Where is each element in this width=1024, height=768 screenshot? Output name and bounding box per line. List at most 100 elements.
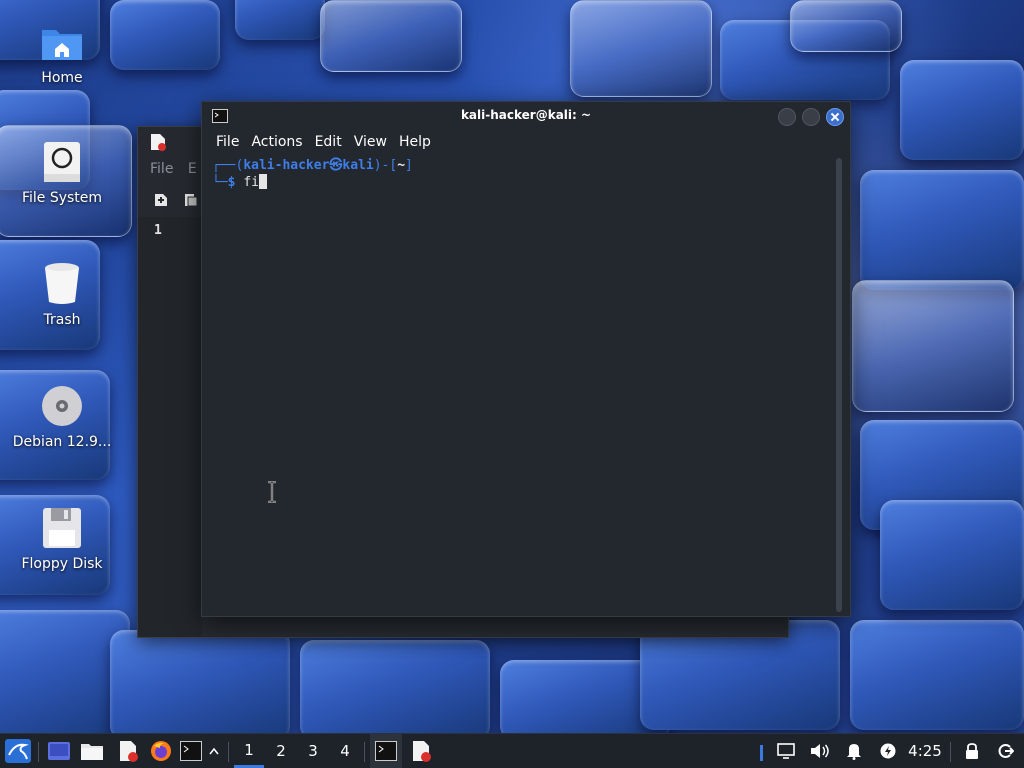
desktop-icon [48,742,70,760]
bg-cube [852,280,1014,412]
disc-icon [40,384,84,428]
desktop-icon-label: Debian 12.9... [12,434,112,450]
bg-cube [790,0,902,52]
logout-button[interactable] [992,734,1020,768]
folder-icon [81,744,103,760]
bell-icon [847,744,861,760]
terminal-icon [375,741,397,761]
maximize-button[interactable] [802,108,820,126]
prompt-bracket-mid: )-[ [373,158,398,173]
terminal-launcher[interactable] [177,734,205,768]
desktop-icon-home[interactable]: Home [7,20,117,86]
workspace-3[interactable]: 3 [298,734,328,768]
text-editor-icon [120,741,138,762]
bg-cube [300,640,490,740]
desktop-icon-file-system[interactable]: File System [7,140,117,206]
monitor-icon [777,743,795,759]
new-file-icon[interactable] [154,193,168,207]
taskbar-window-text-editor[interactable] [406,734,436,768]
workspace-2[interactable]: 2 [266,734,296,768]
scrollbar-thumb[interactable] [836,158,842,612]
bg-cube [880,500,1024,610]
desktop-icon-label: Floppy Disk [21,556,103,572]
workspace-4[interactable]: 4 [330,734,360,768]
desktop-icon-label: Home [41,70,83,86]
workspace-1[interactable]: 1 [234,734,264,768]
terminal-menu-edit[interactable]: Edit [309,130,348,156]
terminal-titlebar[interactable]: kali-hacker@kali: ~ [202,102,850,130]
taskbar-separator [38,742,39,762]
terminal-menu-actions[interactable]: Actions [245,130,308,156]
launcher-expand-button[interactable] [206,734,222,768]
terminal-title: kali-hacker@kali: ~ [460,108,592,122]
bg-cube [850,620,1024,730]
close-button[interactable] [826,108,844,126]
taskbar-separator [228,742,229,762]
prompt-line-1: ┌──(kali-hacker㉿kali)-[~] [212,158,830,174]
prompt-user-host: kali-hacker㉿kali [243,158,374,173]
firefox-launcher[interactable] [147,734,175,768]
desktop-icon-floppy[interactable]: Floppy Disk [7,506,117,572]
desktop-icon-label: File System [21,190,103,206]
lock-screen-button[interactable] [958,734,986,768]
cpu-graph-icon [760,745,763,761]
taskbar-window-terminal[interactable] [370,734,402,768]
text-editor-app-icon [151,134,166,151]
clock[interactable]: 4:25 [904,734,946,768]
ibeam-cursor-icon [268,481,276,503]
bg-cube [320,0,462,72]
bg-cube [235,0,325,40]
editor-menu-file[interactable]: File [150,161,173,177]
terminal-window[interactable]: kali-hacker@kali: ~ File Actions Edit Vi… [201,101,851,617]
file-manager-launcher[interactable] [78,734,106,768]
terminal-menu-file[interactable]: File [210,130,245,156]
minimize-button[interactable] [778,108,796,126]
drive-icon [40,140,84,184]
prompt-line-2: └─$ fi [212,174,830,191]
editor-menubar: File E [150,161,197,177]
command-input[interactable]: fi [243,175,259,190]
speaker-icon [811,744,829,758]
terminal-menu-view[interactable]: View [348,130,393,156]
trash-icon [40,262,84,306]
prompt-symbol: $ [227,175,236,190]
floppy-icon [40,506,84,550]
prompt-line2-prefix: └─ [212,175,228,190]
chevron-up-icon [209,747,219,755]
terminal-scrollbar[interactable] [836,158,842,612]
bg-cube [570,0,712,97]
firefox-icon [151,741,171,761]
text-editor-launcher[interactable] [114,734,142,768]
volume-button[interactable] [806,734,834,768]
home-folder-icon [40,20,84,64]
notifications-button[interactable] [840,734,868,768]
cpu-graph-widget[interactable] [754,734,770,768]
open-file-icon[interactable] [184,193,198,207]
desktop-icon-trash[interactable]: Trash [7,262,117,328]
prompt-directory: ~ [397,158,406,173]
prompt-bracket-close: ] [405,158,413,173]
power-manager-button[interactable] [874,734,902,768]
bg-cube [900,60,1024,160]
logout-icon [998,744,1014,758]
terminal-menu-help[interactable]: Help [393,130,437,156]
terminal-icon [180,741,202,761]
terminal-content[interactable]: ┌──(kali-hacker㉿kali)-[~] └─$ fi [212,158,830,612]
display-settings-button[interactable] [772,734,800,768]
kali-menu-button[interactable] [2,734,34,768]
taskbar-separator [950,742,951,762]
taskbar-separator [364,742,365,762]
bg-cube [860,170,1024,290]
prompt-bracket-open: ┌──( [212,158,244,173]
desktop: Home File System Trash Debian 12.9... Fl… [0,0,1024,768]
text-cursor [258,174,267,189]
editor-menu-edit[interactable]: E [188,161,197,177]
lock-icon [966,743,978,759]
taskbar: 1 2 3 4 4:25 [0,733,1024,768]
bg-cube [110,630,290,740]
desktop-icon-debian-disc[interactable]: Debian 12.9... [7,384,117,450]
editor-line-gutter [138,217,202,637]
power-plug-icon [880,743,896,759]
show-desktop-button[interactable] [45,734,73,768]
desktop-icon-label: Trash [43,312,81,328]
